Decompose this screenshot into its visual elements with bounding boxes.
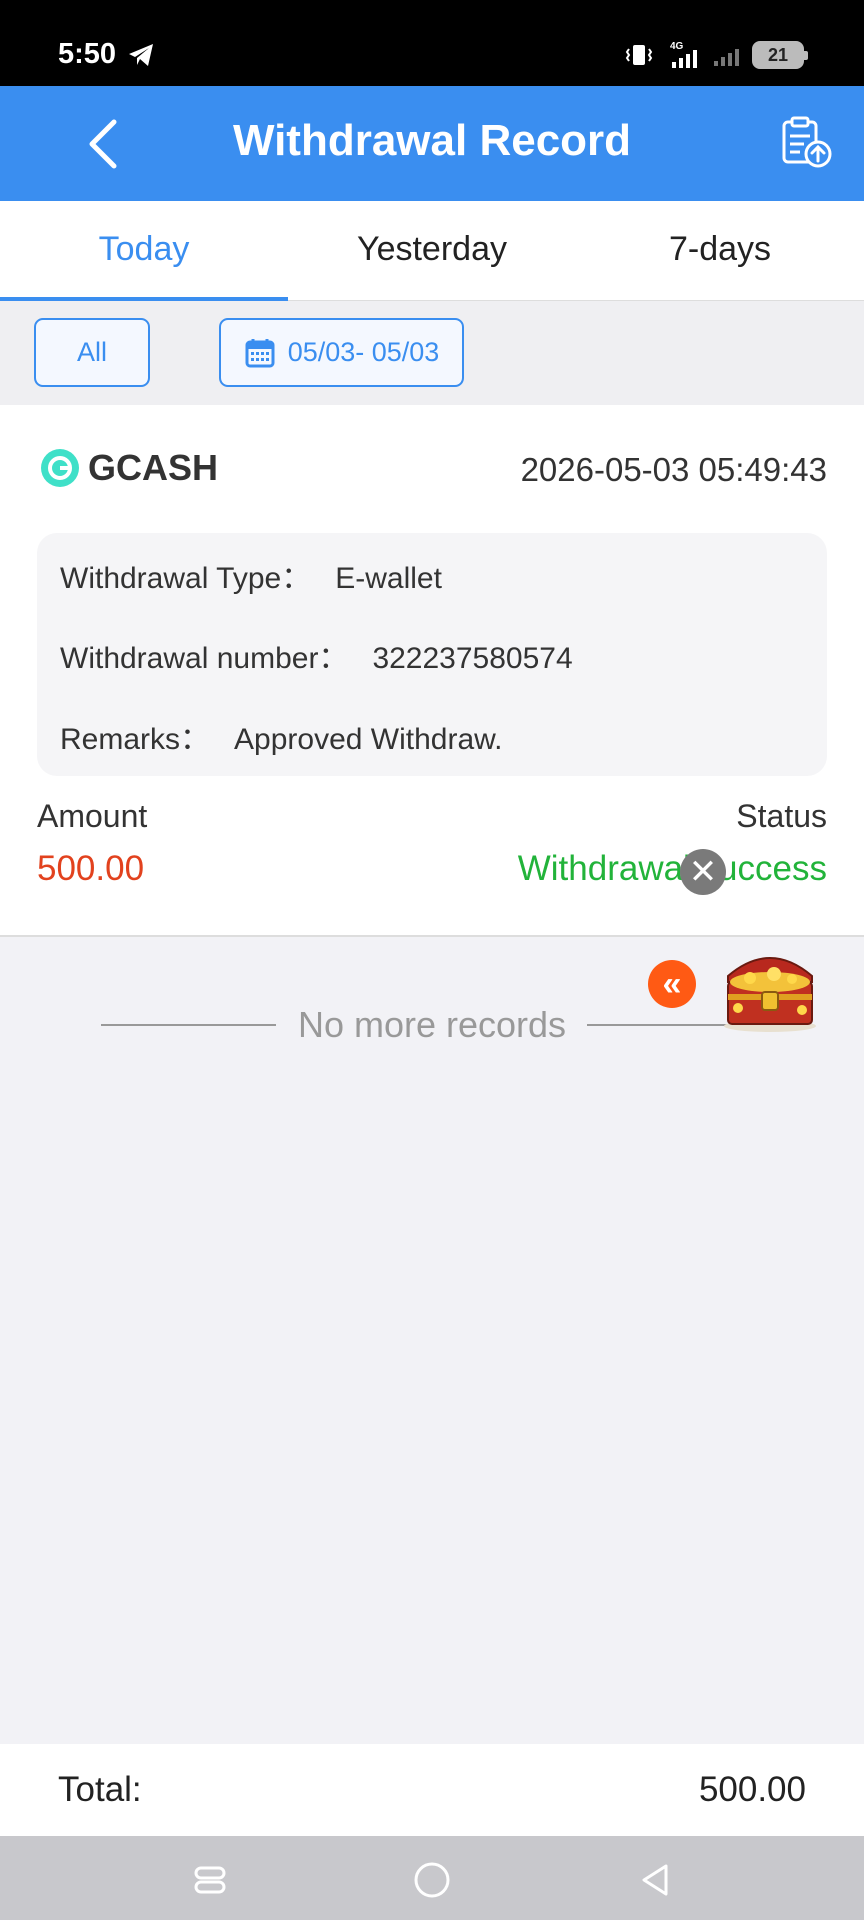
home-icon[interactable] [410, 1858, 454, 1902]
back-icon[interactable] [634, 1858, 678, 1902]
detail-label: Withdrawal Type： [60, 562, 312, 595]
date-range-label: 05/03- 05/03 [287, 337, 440, 367]
detail-value: 322237580574 [372, 642, 573, 675]
filter-bar: All 05/03- 05/03 [0, 301, 864, 405]
record-details: Withdrawal Type： E-wallet Withdrawal numb… [37, 533, 827, 776]
detail-remarks: Remarks： Approved Withdraw. [60, 714, 502, 758]
recent-apps-icon[interactable] [188, 1858, 232, 1902]
date-tabs: Today Yesterday 7-days [0, 201, 864, 301]
signal-icon [714, 49, 739, 66]
total-label: Total: [58, 1770, 142, 1809]
total-value: 500.00 [698, 1770, 806, 1809]
payment-method-name: GCASH [88, 447, 219, 488]
detail-value: Approved Withdraw. [234, 723, 503, 756]
detail-withdrawal-number: Withdrawal number： 322237580574 [60, 633, 573, 677]
network-label: 4G [670, 41, 684, 52]
filter-all-button[interactable]: All [34, 318, 150, 387]
withdrawal-record-card[interactable]: GCASH 2026-05-03 05:49:43 Withdrawal Typ… [0, 405, 864, 937]
total-bar: Total: 500.00 [0, 1744, 864, 1836]
tab-7-days[interactable]: 7-days [576, 201, 864, 300]
vibrate-icon [625, 45, 653, 65]
tab-today[interactable]: Today [0, 201, 288, 301]
status-time: 5:50 [58, 38, 117, 70]
record-datetime: 2026-05-03 05:49:43 [520, 451, 827, 488]
close-icon[interactable]: ✕ [680, 849, 726, 895]
detail-value: E-wallet [335, 562, 442, 595]
detail-withdrawal-type: Withdrawal Type： E-wallet [60, 553, 442, 597]
amount-label: Amount [37, 798, 148, 834]
treasure-chest-icon[interactable] [718, 938, 822, 1034]
amount-value: 500.00 [37, 849, 145, 888]
system-nav-bar [0, 1836, 864, 1920]
battery-icon: 21 [752, 41, 808, 69]
payment-method: GCASH [40, 447, 218, 489]
calendar-icon [245, 338, 275, 367]
status-indicators: 4G 21 [624, 40, 808, 70]
status-value: Withdrawal success [517, 849, 827, 888]
status-bar: 5:50 4G 21 [0, 0, 864, 86]
signal-4g-icon: 4G [670, 41, 697, 68]
date-range-button[interactable]: 05/03- 05/03 [219, 318, 464, 387]
page-title: Withdrawal Record [232, 116, 632, 165]
clipboard-upload-icon[interactable] [778, 114, 834, 170]
tab-yesterday[interactable]: Yesterday [288, 201, 576, 300]
status-label: Status [736, 798, 827, 834]
app-bar: Withdrawal Record [0, 86, 864, 201]
detail-label: Withdrawal number： [60, 642, 349, 675]
collapse-arrows-icon[interactable]: « [648, 960, 696, 1008]
telegram-icon [129, 44, 153, 66]
gcash-logo-icon [41, 449, 79, 487]
detail-label: Remarks： [60, 723, 211, 756]
